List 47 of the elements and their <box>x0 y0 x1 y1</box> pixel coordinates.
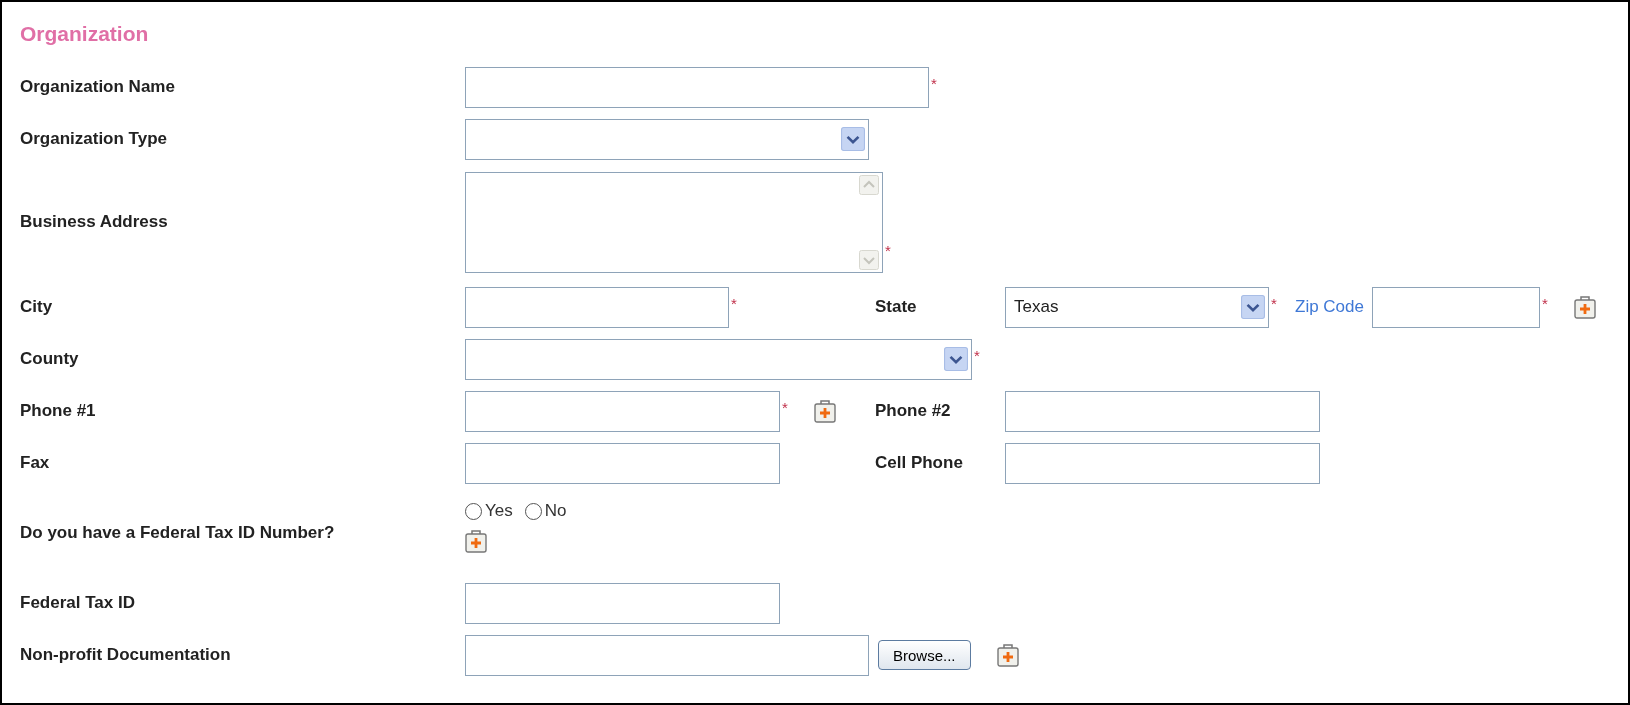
field-label: Organization Name <box>20 77 176 97</box>
required-mark: * <box>884 241 892 259</box>
field-label: Phone #1 <box>20 401 97 421</box>
text-field[interactable] <box>1005 390 1320 432</box>
field-label: Non-profit Documentation <box>20 645 232 665</box>
field-label: Federal Tax ID <box>20 593 136 613</box>
plus-case-icon[interactable] <box>814 399 836 423</box>
file-path-field[interactable] <box>465 634 869 676</box>
section-title: Organization <box>20 22 150 47</box>
required-mark: * <box>930 74 938 92</box>
address-field[interactable] <box>465 171 883 273</box>
text-field[interactable] <box>465 390 780 432</box>
zip-code-link[interactable]: Zip Code <box>1295 297 1364 317</box>
radio-button[interactable]: No <box>524 501 567 521</box>
field-label: County <box>20 349 80 369</box>
dropdown-field[interactable] <box>465 118 869 160</box>
radio-button[interactable]: Yes <box>465 501 513 521</box>
dropdown-field[interactable] <box>465 338 972 380</box>
field-label: Fax <box>20 453 51 473</box>
chevron-down-icon[interactable] <box>841 127 865 151</box>
required-mark: * <box>781 398 789 416</box>
required-mark: * <box>730 294 738 312</box>
dropdown-field[interactable]: Texas <box>1005 286 1269 328</box>
required-mark: * <box>1270 294 1278 312</box>
plus-case-icon[interactable] <box>465 529 487 553</box>
required-mark: * <box>1541 294 1549 312</box>
scroll-up-icon[interactable] <box>859 174 879 195</box>
text-field[interactable] <box>465 66 929 108</box>
plus-case-icon[interactable] <box>1574 295 1596 319</box>
field-label: Phone #2 <box>875 401 952 421</box>
field-label: Organization Type <box>20 129 169 149</box>
field-label: Do you have a Federal Tax ID Number? <box>20 523 336 543</box>
text-field[interactable] <box>1372 286 1540 328</box>
scroll-down-icon[interactable] <box>859 249 879 270</box>
plus-case-icon[interactable] <box>996 643 1019 667</box>
text-field[interactable] <box>465 582 780 624</box>
text-field[interactable] <box>1005 442 1320 484</box>
field-label: City <box>20 297 54 317</box>
text-field[interactable] <box>465 442 780 484</box>
chevron-down-icon[interactable] <box>944 347 968 371</box>
required-mark: * <box>973 346 981 364</box>
field-label: Business Address <box>20 212 169 232</box>
text-field[interactable] <box>465 286 729 328</box>
field-label: Cell Phone <box>875 453 964 473</box>
browse-button[interactable]: Browse... <box>878 640 971 670</box>
chevron-down-icon[interactable] <box>1241 295 1265 319</box>
field-label: State <box>875 297 918 317</box>
